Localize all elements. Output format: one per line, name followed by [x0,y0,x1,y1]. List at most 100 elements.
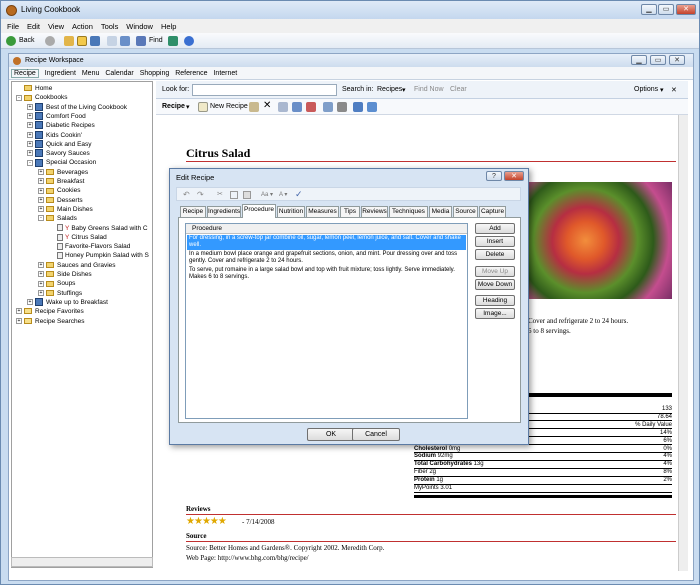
options-button[interactable]: Options [634,86,658,93]
procedure-step[interactable]: To serve, put romaine in a large salad b… [187,267,466,282]
back-arrow-icon[interactable] [6,36,16,46]
look-for-input[interactable] [192,84,337,96]
recipe-chevron-icon[interactable]: ▾ [186,103,190,111]
ws-menu-shopping[interactable]: Shopping [140,70,170,77]
tree-item[interactable]: + Wake up to Breakfast [27,298,108,307]
new-recipe-icon[interactable] [198,102,208,112]
ws-menu-ingredient[interactable]: Ingredient [45,70,76,77]
tree-item[interactable]: + Soups [38,279,75,288]
sort-icon[interactable] [120,36,130,46]
tree-item[interactable]: - Salads [38,214,77,223]
tab-media[interactable]: Media [429,206,452,217]
expander-icon[interactable]: + [27,103,33,110]
search-scope-dropdown[interactable]: Recipes [377,86,402,93]
delete-icon[interactable]: ✕ [263,100,271,111]
chevron-down-icon[interactable]: ▾ [402,86,406,94]
help-icon[interactable] [184,36,194,46]
menu-view[interactable]: View [48,22,64,31]
expander-icon[interactable]: + [38,261,44,268]
forward-arrow-icon[interactable] [45,36,55,46]
expander-icon[interactable]: + [16,317,22,324]
filter-icon[interactable] [168,36,178,46]
tab-capture[interactable]: Capture [479,206,506,217]
tree-item[interactable]: Honey Pumpkin Salad with S [49,251,149,260]
scale-icon[interactable] [323,102,333,112]
tree-item[interactable]: Favorite-Flavors Salad [49,242,130,251]
font-size-icon[interactable]: A ▾ [279,191,287,198]
expander-icon[interactable]: + [38,206,44,213]
recipe-menu-button[interactable]: Recipe [162,103,185,110]
tree-item[interactable]: + Beverages [38,168,88,177]
expander-icon[interactable]: + [27,299,33,306]
procedure-grid[interactable]: Procedure For dressing, in a screw-top j… [185,223,468,419]
expander-icon[interactable]: - [38,215,44,222]
tree-item[interactable]: + Diabetic Recipes [27,121,95,130]
dialog-close-button[interactable]: ✕ [504,171,524,181]
move-down-button[interactable]: Move Down [475,279,515,290]
menu-file[interactable]: File [7,22,19,31]
tree-item[interactable]: + Kids Cookin' [27,130,82,140]
insert-button[interactable]: Insert [475,236,515,247]
menu-edit[interactable]: Edit [27,22,40,31]
tree-item[interactable]: + Recipe Searches [16,317,85,326]
tree-item[interactable]: Home [16,84,52,93]
ws-menu-recipe[interactable]: Recipe [11,69,39,78]
expander-icon[interactable]: + [38,280,44,287]
recipe-icon[interactable] [107,36,117,46]
expander-icon[interactable]: + [27,122,33,129]
tree-item[interactable]: + Side Dishes [38,270,92,279]
delete-button[interactable]: Delete [475,249,515,260]
tree-item[interactable]: + Savory Sauces [27,149,90,158]
tree-item[interactable]: + Stuffings [38,289,82,298]
new-recipe-button[interactable]: New Recipe [210,103,248,110]
font-icon[interactable]: Aa ▾ [261,191,273,198]
export-icon[interactable] [367,102,377,112]
nutrition-icon[interactable] [353,102,363,112]
spellcheck-icon[interactable]: ✓ [295,189,303,200]
expander-icon[interactable]: + [16,308,22,315]
expander-icon[interactable]: + [27,131,33,138]
back-button[interactable]: Back [19,37,35,44]
tab-techniques[interactable]: Techniques [389,206,428,217]
recipe-vertical-scrollbar[interactable] [678,115,688,571]
home-icon[interactable] [64,36,74,46]
tree-item[interactable]: + Desserts [38,196,83,205]
clear-button[interactable]: Clear [450,86,467,93]
tree-item[interactable]: + Sauces and Gravies [38,261,116,270]
redo-icon[interactable]: ↷ [197,190,204,199]
tab-measures[interactable]: Measures [306,206,339,217]
options-chevron-icon[interactable]: ▾ [660,86,664,94]
expander-icon[interactable]: - [16,94,22,101]
cancel-button[interactable]: Cancel [352,428,400,441]
close-button[interactable]: ✕ [676,4,696,15]
folder-icon[interactable] [77,36,87,46]
tree-horizontal-scrollbar[interactable] [11,557,153,567]
tree-item[interactable]: Y Citrus Salad [49,233,107,242]
tree-item[interactable]: + Comfort Food [27,112,86,121]
tab-procedure[interactable]: Procedure [242,204,276,218]
ok-button[interactable]: OK [307,428,355,441]
ws-minimize-button[interactable]: ▁ [631,55,647,65]
menu-tools[interactable]: Tools [101,22,119,31]
tree-item[interactable]: + Recipe Favorites [16,307,84,316]
tree-item[interactable]: + Quick and Easy [27,140,92,149]
tree-item[interactable]: + Cookies [38,186,80,195]
dialog-help-button[interactable]: ? [486,171,502,181]
heading-button[interactable]: Heading [475,295,515,306]
menu-help[interactable]: Help [161,22,176,31]
expander-icon[interactable]: + [38,289,44,296]
expander-icon[interactable]: - [27,159,33,166]
ws-menu-internet[interactable]: Internet [213,70,237,77]
tree-item[interactable]: Y Baby Greens Salad with C [49,224,148,233]
tree-item[interactable]: - Special Occasion [27,158,96,167]
tab-recipe[interactable]: Recipe [180,206,206,217]
expander-icon[interactable]: + [27,150,33,157]
cut-icon[interactable]: ✂ [217,190,223,198]
expander-icon[interactable]: + [38,196,44,203]
binoculars-icon[interactable] [136,36,146,46]
tab-ingredients[interactable]: Ingredients [207,206,241,217]
ws-menu-reference[interactable]: Reference [175,70,207,77]
edit-icon[interactable] [249,102,259,112]
menu-window[interactable]: Window [126,22,153,31]
close-search-icon[interactable]: ✕ [671,86,677,94]
